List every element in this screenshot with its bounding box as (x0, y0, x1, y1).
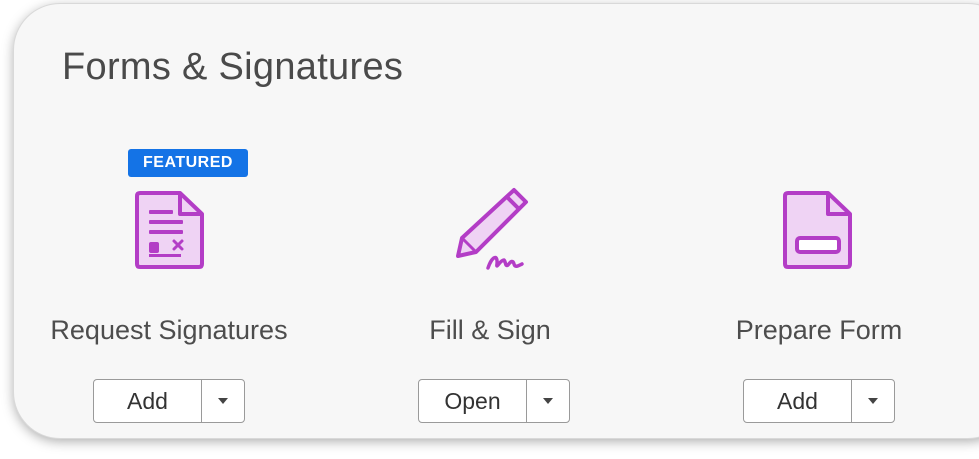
forms-signatures-panel: Forms & Signatures FEATURED Request Sign… (14, 4, 979, 438)
request-signatures-label: Request Signatures (50, 315, 288, 345)
request-signatures-dropdown-button[interactable] (202, 380, 244, 422)
fill-sign-dropdown-button[interactable] (527, 380, 569, 422)
request-signatures-add-button[interactable]: Add (94, 380, 202, 422)
prepare-form-icon[interactable] (780, 190, 856, 270)
prepare-form-dropdown-button[interactable] (852, 380, 894, 422)
featured-badge: FEATURED (128, 149, 248, 177)
fill-sign-label: Fill & Sign (429, 315, 551, 345)
prepare-form-split-button: Add (743, 379, 895, 423)
chevron-down-icon (868, 398, 878, 404)
prepare-form-label: Prepare Form (735, 315, 903, 345)
fill-sign-split-button: Open (418, 379, 570, 423)
fill-sign-open-button[interactable]: Open (419, 380, 527, 422)
chevron-down-icon (543, 398, 553, 404)
panel-title: Forms & Signatures (62, 46, 404, 88)
fill-sign-pen-icon[interactable] (448, 184, 538, 274)
prepare-form-add-button[interactable]: Add (744, 380, 852, 422)
chevron-down-icon (218, 398, 228, 404)
request-signatures-icon[interactable] (132, 190, 208, 270)
request-signatures-split-button: Add (93, 379, 245, 423)
